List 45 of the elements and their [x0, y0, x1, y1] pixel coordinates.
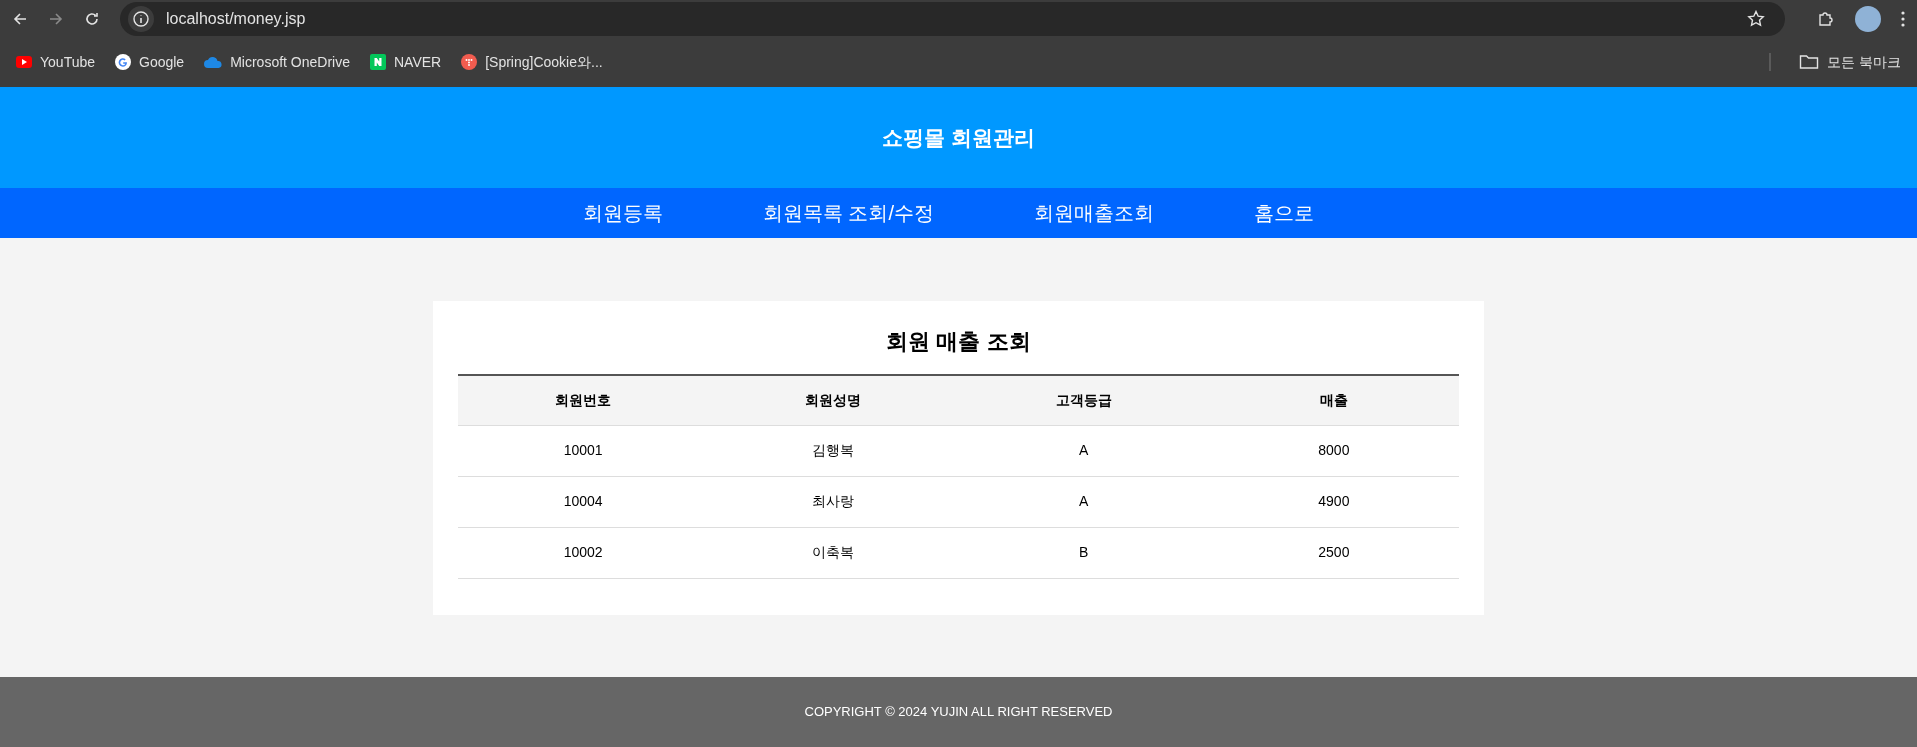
nav-link[interactable]: 홈으로	[1254, 198, 1315, 228]
info-icon	[128, 5, 154, 32]
bookmark-link[interactable]: [Spring]Cookie와...	[485, 51, 603, 73]
column-header: 고객등급	[958, 375, 1209, 425]
bookmark-link[interactable]: Google	[139, 51, 185, 73]
url-text: localhost/money.jsp	[166, 8, 307, 29]
nav-link[interactable]: 회원목록 조회/수정	[762, 198, 935, 228]
n-letter-icon	[370, 54, 386, 70]
avatar-icon[interactable]	[1855, 5, 1881, 32]
forward-arrow-icon[interactable]	[48, 10, 64, 27]
reload-icon[interactable]	[84, 10, 100, 27]
table-cell: 10001	[458, 425, 709, 476]
more-menu-icon[interactable]	[1901, 10, 1905, 27]
table-cell: 4900	[1208, 476, 1459, 527]
table-cell: A	[958, 476, 1209, 527]
table-cell: 10002	[458, 527, 709, 578]
table-cell: 2500	[1208, 527, 1459, 578]
table-cell: 김행복	[708, 425, 959, 476]
all-bookmarks-link[interactable]: 모든 북마크	[1827, 51, 1901, 73]
cloud-icon	[204, 56, 223, 68]
dots-circle-icon	[461, 54, 478, 70]
puzzle-icon[interactable]	[1817, 9, 1835, 28]
copyright-text: COPYRIGHT © 2024 YUJIN ALL RIGHT RESERVED	[804, 703, 1113, 722]
column-header: 매출	[1208, 375, 1459, 425]
folder-icon	[1799, 54, 1820, 70]
column-header: 회원성명	[708, 375, 959, 425]
site-title: 쇼핑몰 회원관리	[882, 124, 1035, 151]
address-bar[interactable]: localhost/money.jsp	[120, 1, 1785, 36]
table-cell: A	[958, 425, 1209, 476]
bookmark-link[interactable]: YouTube	[40, 51, 95, 73]
table-cell: 10004	[458, 476, 709, 527]
g-letter-icon	[115, 54, 131, 70]
column-header: 회원번호	[458, 375, 709, 425]
nav-link[interactable]: 회원매출조회	[1034, 198, 1155, 228]
table-cell: 8000	[1208, 425, 1459, 476]
bookmark-link[interactable]: Microsoft OneDrive	[230, 51, 350, 73]
nav-link[interactable]: 회원등록	[582, 198, 663, 228]
back-arrow-icon[interactable]	[12, 10, 28, 27]
table-cell: B	[958, 527, 1209, 578]
table-cell: 최사랑	[708, 476, 959, 527]
bookmark-link[interactable]: NAVER	[394, 51, 442, 73]
page-heading: 회원 매출 조회	[885, 328, 1032, 356]
table-cell: 이축복	[708, 527, 959, 578]
star-icon[interactable]	[1747, 9, 1765, 28]
play-icon	[16, 56, 32, 68]
